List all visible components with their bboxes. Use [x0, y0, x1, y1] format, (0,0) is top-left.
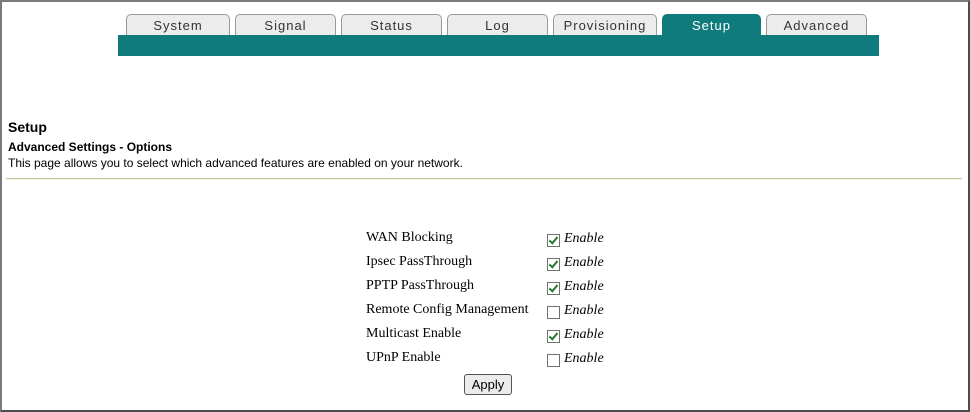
page-title: Setup — [8, 119, 47, 135]
page-description: This page allows you to select which adv… — [8, 156, 463, 170]
enable-label: Enable — [564, 351, 604, 366]
checkbox-multicast-enable[interactable] — [547, 330, 560, 343]
tab-setup[interactable]: Setup — [662, 14, 761, 35]
checkbox-upnp-enable[interactable] — [547, 354, 560, 367]
tab-system[interactable]: System — [126, 14, 230, 35]
option-label-multicast-enable: Multicast Enable — [366, 326, 462, 341]
option-label-pptp-passthrough: PPTP PassThrough — [366, 278, 475, 293]
tab-advanced[interactable]: Advanced — [766, 14, 867, 35]
apply-button[interactable]: Apply — [464, 374, 512, 395]
checkbox-remote-config-management[interactable] — [547, 306, 560, 319]
tab-signal[interactable]: Signal — [235, 14, 336, 35]
tab-underline-bar — [118, 35, 879, 56]
divider — [6, 178, 962, 180]
enable-label: Enable — [564, 231, 604, 246]
option-label-wan-blocking: WAN Blocking — [366, 230, 453, 245]
checkbox-wan-blocking[interactable] — [547, 234, 560, 247]
checkbox-ipsec-passthrough[interactable] — [547, 258, 560, 271]
option-label-remote-config-management: Remote Config Management — [366, 302, 529, 317]
checkbox-pptp-passthrough[interactable] — [547, 282, 560, 295]
enable-label: Enable — [564, 303, 604, 318]
tab-status[interactable]: Status — [341, 14, 442, 35]
page-subtitle: Advanced Settings - Options — [8, 140, 173, 154]
enable-label: Enable — [564, 279, 604, 294]
enable-label: Enable — [564, 327, 604, 342]
page-frame: System Signal Status Log Provisioning Se… — [0, 0, 970, 412]
tab-log[interactable]: Log — [447, 14, 548, 35]
enable-label: Enable — [564, 255, 604, 270]
option-label-ipsec-passthrough: Ipsec PassThrough — [366, 254, 473, 269]
option-label-upnp-enable: UPnP Enable — [366, 350, 441, 365]
tab-provisioning[interactable]: Provisioning — [553, 14, 657, 35]
